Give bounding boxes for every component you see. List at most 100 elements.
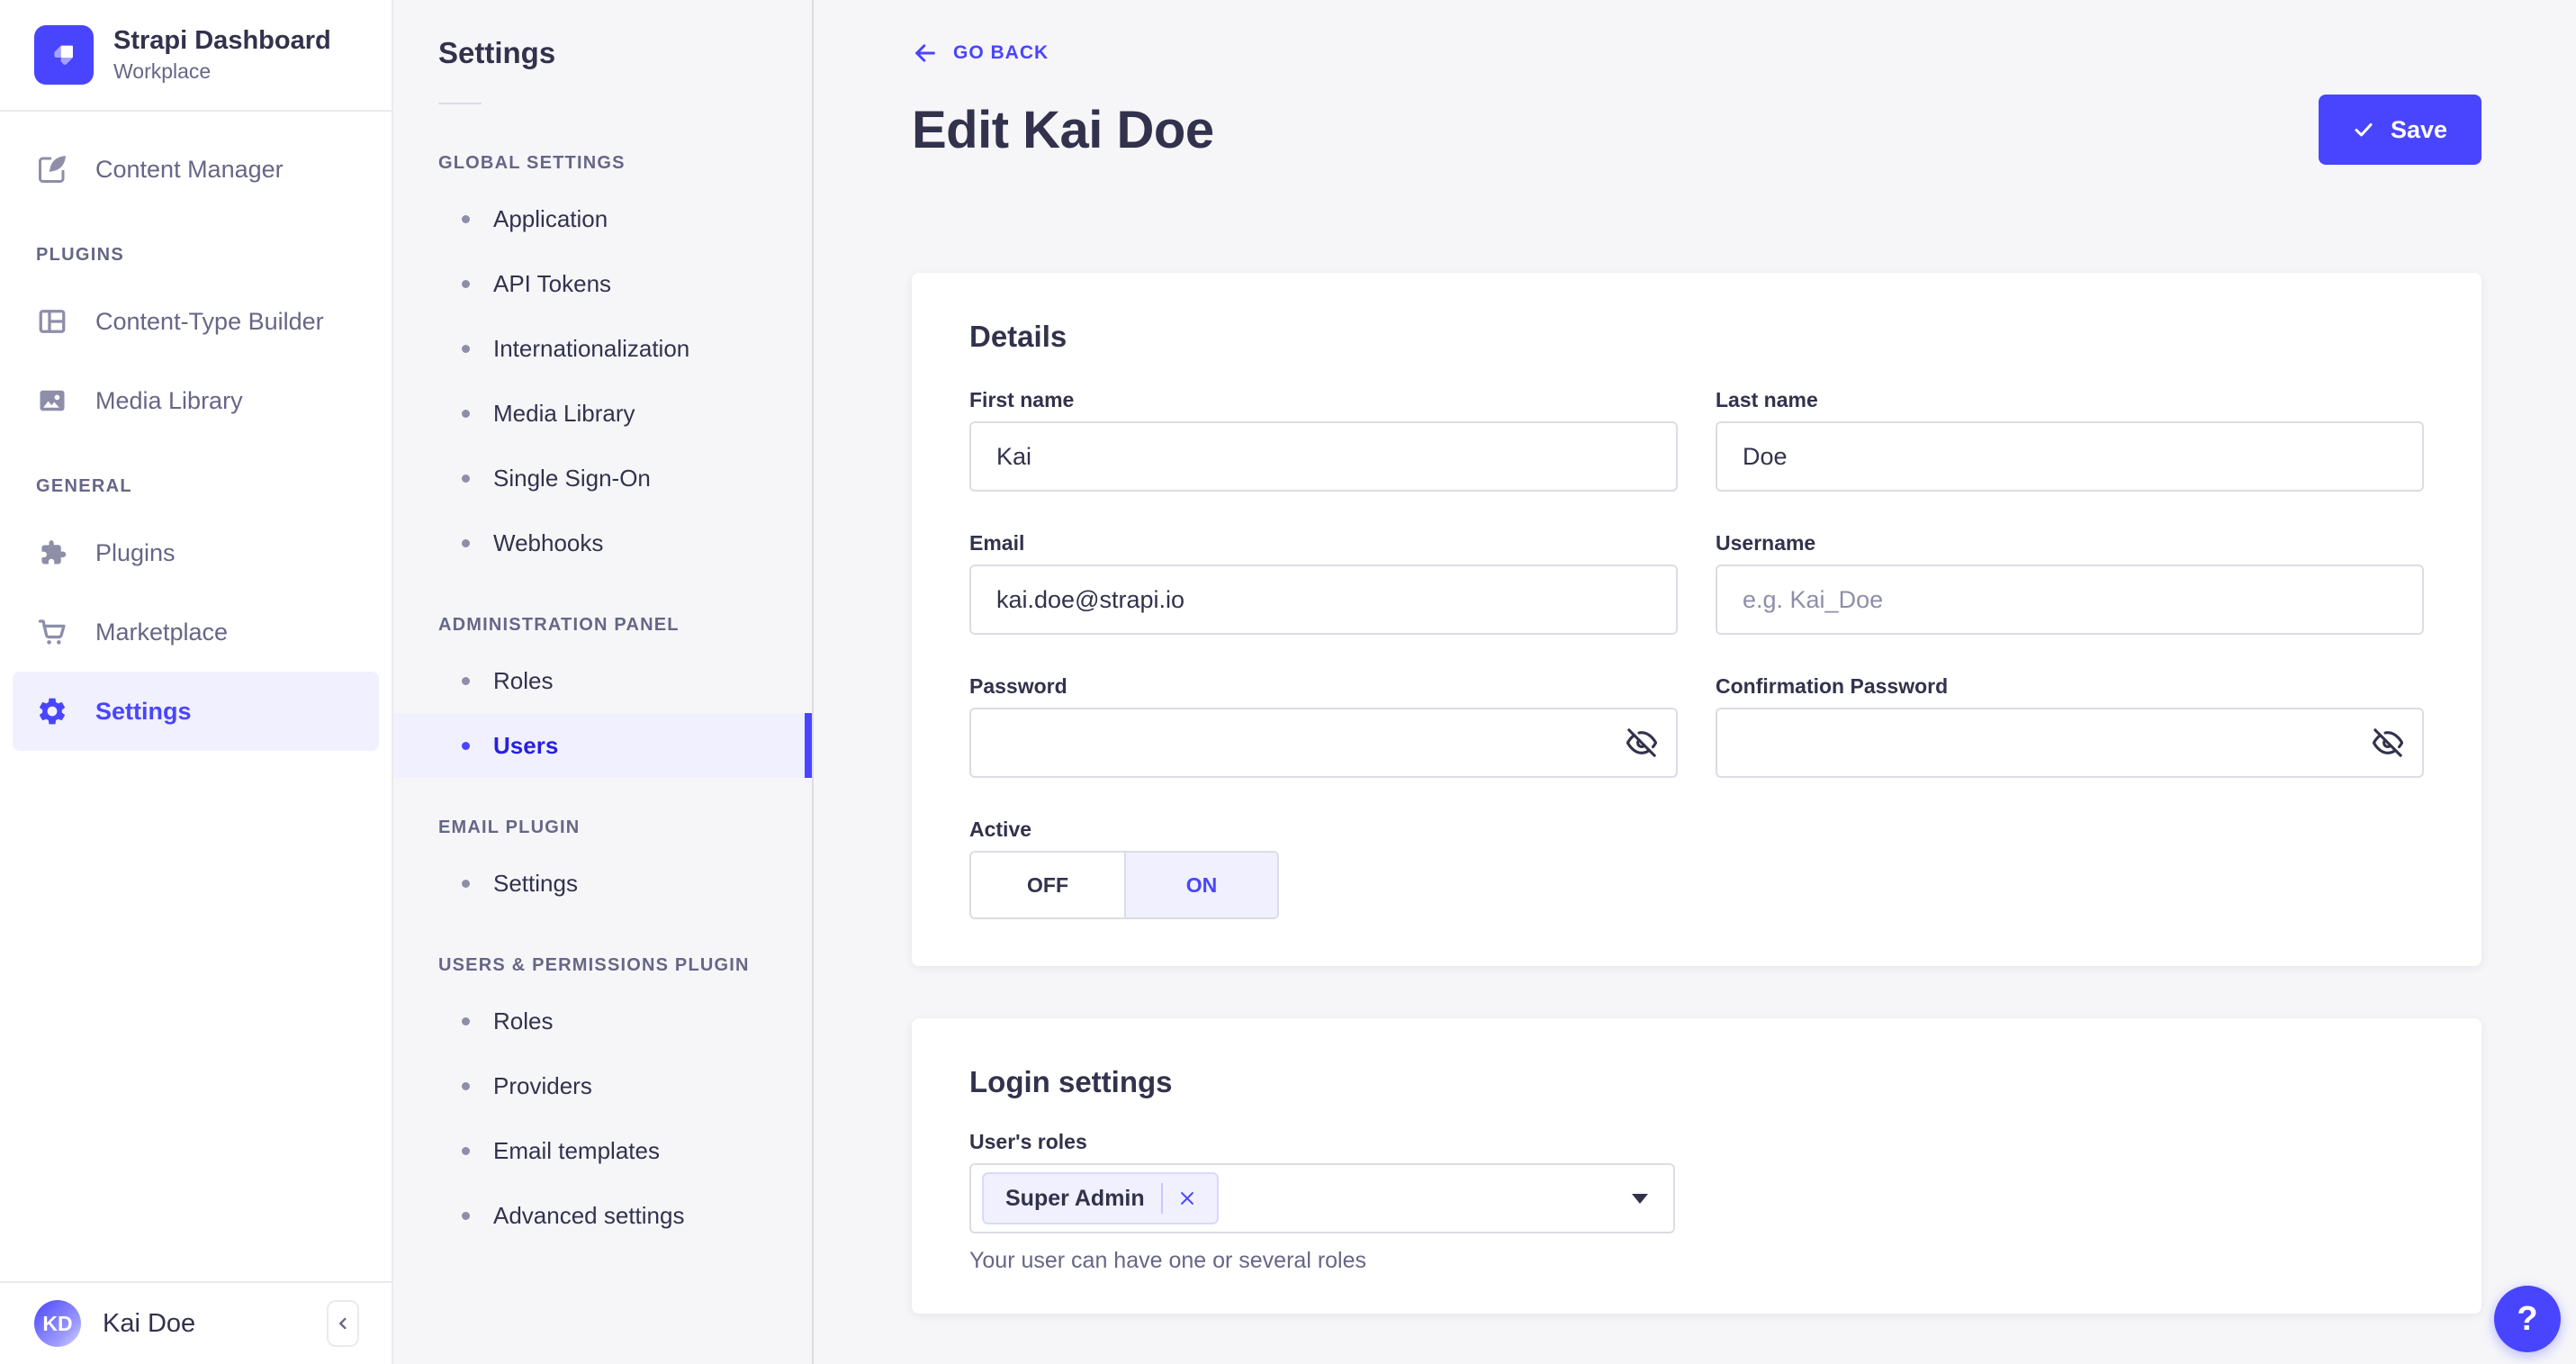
roles-label: User's roles <box>969 1130 1087 1153</box>
active-indicator <box>805 713 812 778</box>
email-field[interactable] <box>969 565 1678 635</box>
subnav-item-single-sign-on[interactable]: Single Sign-On <box>393 446 812 510</box>
login-settings-card: Login settings User's roles Super Admin <box>912 1018 2481 1314</box>
subnav-item-label: Application <box>493 204 608 232</box>
subnav-divider <box>438 103 482 104</box>
subnav-section-email-plugin: EMAIL PLUGIN Settings <box>393 817 812 916</box>
subnav-item-label: Roles <box>493 666 554 694</box>
sidebar-item-label: Plugins <box>95 538 176 566</box>
subnav-item-up-roles[interactable]: Roles <box>393 989 812 1053</box>
bullet-icon <box>462 1016 470 1025</box>
subnav-section-label: ADMINISTRATION PANEL <box>438 615 680 635</box>
subnav-section-label: EMAIL PLUGIN <box>438 817 581 837</box>
sidebar-item-content-manager[interactable]: Content Manager <box>13 130 379 209</box>
password-field[interactable] <box>969 708 1678 778</box>
sidebar-item-settings[interactable]: Settings <box>13 672 379 751</box>
subnav-item-application[interactable]: Application <box>393 186 812 251</box>
active-toggle: OFF ON <box>969 851 1279 919</box>
brand-text: Strapi Dashboard Workplace <box>113 26 331 84</box>
active-toggle-on[interactable]: ON <box>1126 853 1277 917</box>
active-label: Active <box>969 817 1032 841</box>
subnav-item-label: Users <box>493 731 559 759</box>
subnav-section-administration-panel: ADMINISTRATION PANEL Roles Users <box>393 615 812 778</box>
bullet-icon <box>462 1081 470 1090</box>
last-name-label: Last name <box>1716 388 1818 411</box>
subnav-item-label: Internationalization <box>493 334 690 362</box>
eye-off-icon <box>1626 727 1657 758</box>
first-name-field[interactable] <box>969 421 1678 492</box>
email-label: Email <box>969 531 1025 555</box>
workspace-name: Workplace <box>113 59 212 83</box>
subnav-item-label: Roles <box>493 1007 554 1034</box>
subnav-section-global-settings: GLOBAL SETTINGS Application API Tokens I… <box>393 153 812 575</box>
bullet-icon <box>462 676 470 685</box>
subnav-item-email-settings[interactable]: Settings <box>393 851 812 916</box>
go-back-link[interactable]: GO BACK <box>912 40 1049 67</box>
username-field[interactable] <box>1716 565 2424 635</box>
subnav-item-label: Advanced settings <box>493 1201 685 1229</box>
sidebar-item-label: Content Manager <box>95 155 284 183</box>
first-name-group: First name <box>969 388 1678 492</box>
strapi-logo-icon <box>34 25 94 85</box>
collapse-sidebar-button[interactable] <box>327 1300 359 1347</box>
confirmation-password-field[interactable] <box>1716 708 2424 778</box>
subnav-item-webhooks[interactable]: Webhooks <box>393 510 812 575</box>
remove-role-button[interactable] <box>1177 1174 1217 1223</box>
subnav-item-media-library[interactable]: Media Library <box>393 381 812 446</box>
toggle-password-visibility-button[interactable] <box>1620 721 1663 764</box>
roles-helper-text: Your user can have one or several roles <box>969 1248 1367 1273</box>
confirmation-password-group: Confirmation Password <box>1716 674 2424 778</box>
subnav-item-label: Single Sign-On <box>493 464 651 492</box>
sidebar-item-media-library[interactable]: Media Library <box>13 361 379 440</box>
toggle-confirmation-visibility-button[interactable] <box>2366 721 2409 764</box>
active-toggle-off[interactable]: OFF <box>971 853 1126 917</box>
details-form: First name Last name Email Username Pass… <box>969 388 2424 919</box>
subnav-section-label: USERS & PERMISSIONS PLUGIN <box>438 955 750 975</box>
subnav-item-label: Providers <box>493 1071 592 1099</box>
bullet-icon <box>462 1146 470 1155</box>
bullet-icon <box>462 409 470 418</box>
bullet-icon <box>462 538 470 547</box>
nav-section-plugins: PLUGINS <box>36 245 124 265</box>
layout-grid-icon <box>36 305 68 338</box>
avatar: KD <box>34 1300 81 1347</box>
subnav-item-advanced-settings[interactable]: Advanced settings <box>393 1183 812 1248</box>
feather-pen-icon <box>36 153 68 185</box>
bullet-icon <box>462 279 470 288</box>
subnav-item-admin-users[interactable]: Users <box>393 713 812 778</box>
save-button[interactable]: Save <box>2318 95 2481 165</box>
nav-section-general: GENERAL <box>36 476 132 496</box>
username-label: Username <box>1716 531 1816 555</box>
chevron-down-icon <box>1632 1194 1648 1204</box>
gear-icon <box>36 695 68 727</box>
confirmation-password-label: Confirmation Password <box>1716 674 1949 698</box>
subnav-item-internationalization[interactable]: Internationalization <box>393 316 812 381</box>
subnav-item-providers[interactable]: Providers <box>393 1053 812 1118</box>
chevron-left-icon <box>333 1314 353 1333</box>
subnav-item-api-tokens[interactable]: API Tokens <box>393 251 812 316</box>
subnav-item-label: Settings <box>493 869 578 897</box>
bullet-icon <box>462 879 470 888</box>
last-name-field[interactable] <box>1716 421 2424 492</box>
help-button[interactable]: ? <box>2494 1286 2561 1352</box>
subnav-section-users-permissions-plugin: USERS & PERMISSIONS PLUGIN Roles Provide… <box>393 955 812 1248</box>
details-card: Details First name Last name Email Usern… <box>912 273 2481 966</box>
login-settings-heading: Login settings <box>969 1065 1173 1098</box>
sidebar-item-content-type-builder[interactable]: Content-Type Builder <box>13 282 379 361</box>
roles-group: User's roles Super Admin Your user can h… <box>969 1130 2424 1274</box>
role-tag: Super Admin <box>982 1172 1219 1224</box>
brand: Strapi Dashboard Workplace <box>0 0 392 112</box>
subnav-title: Settings <box>438 36 556 69</box>
role-tag-label: Super Admin <box>1005 1185 1145 1211</box>
subnav-item-label: Webhooks <box>493 528 604 556</box>
sidebar-item-label: Marketplace <box>95 618 229 646</box>
subnav-item-label: Email templates <box>493 1136 660 1164</box>
sidebar-item-plugins[interactable]: Plugins <box>13 513 379 592</box>
subnav-item-admin-roles[interactable]: Roles <box>393 648 812 713</box>
picture-icon <box>36 384 68 417</box>
subnav-item-email-templates[interactable]: Email templates <box>393 1118 812 1183</box>
first-name-label: First name <box>969 388 1075 411</box>
settings-subnav: Settings GLOBAL SETTINGS Application API… <box>393 0 814 1364</box>
roles-select[interactable]: Super Admin <box>969 1163 1675 1233</box>
sidebar-item-marketplace[interactable]: Marketplace <box>13 592 379 672</box>
